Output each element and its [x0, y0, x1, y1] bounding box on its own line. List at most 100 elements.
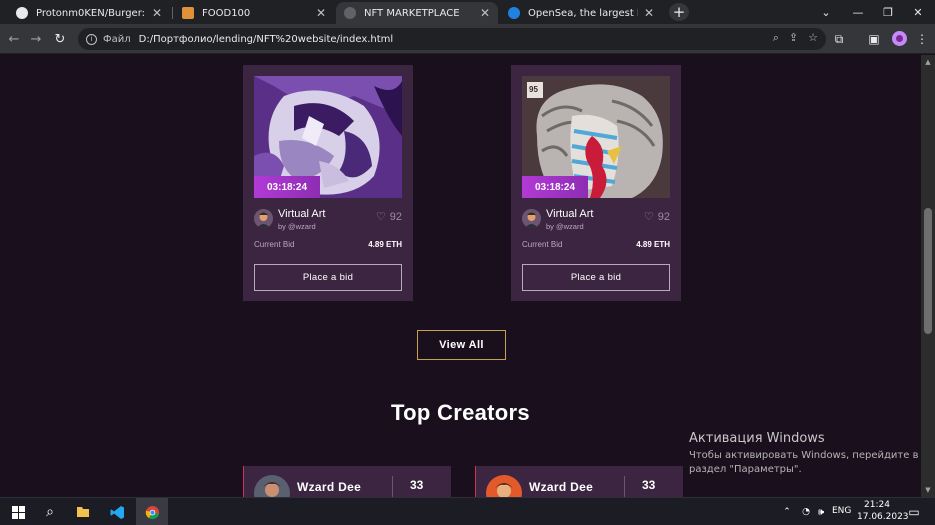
- nft-artwork-image[interactable]: 95 03:18:24: [522, 76, 670, 198]
- creator-avatar[interactable]: [254, 475, 290, 497]
- close-icon[interactable]: ✕: [152, 6, 162, 20]
- tab-title: NFT MARKETPLACE: [364, 7, 460, 19]
- profile-avatar[interactable]: [892, 31, 907, 46]
- nft-title: Virtual Art: [278, 208, 326, 220]
- zoom-icon[interactable]: ⌕: [773, 31, 779, 45]
- close-icon[interactable]: ✕: [480, 6, 490, 20]
- nft-card: 95 03:18:24 Virtual Art by @wzard ♡ 92 C…: [511, 65, 681, 301]
- globe-icon: [344, 7, 356, 19]
- address-bar[interactable]: i Файл D:/Портфолио/lending/NFT%20websit…: [78, 28, 826, 50]
- divider: [392, 476, 393, 497]
- tab-search-button[interactable]: ⌄: [810, 0, 842, 24]
- likes-counter[interactable]: ♡ 92: [644, 210, 670, 224]
- language-indicator[interactable]: ENG: [832, 506, 851, 516]
- nft-card: 03:18:24 Virtual Art by @wzard ♡ 92 Curr…: [243, 65, 413, 301]
- creator-card[interactable]: Wzard Dee 33: [475, 466, 683, 497]
- tab-divider: [172, 7, 173, 19]
- side-panel-icon[interactable]: ▣: [864, 29, 884, 49]
- current-bid-label: Current Bid: [522, 240, 563, 249]
- activation-line-2: раздел "Параметры".: [689, 464, 802, 475]
- windows-logo-icon: [11, 505, 25, 519]
- auction-timer: 03:18:24: [254, 176, 320, 198]
- nft-artwork-image[interactable]: 03:18:24: [254, 76, 402, 198]
- info-icon[interactable]: i: [86, 33, 97, 45]
- section-title: Top Creators: [391, 400, 530, 425]
- creator-name: Wzard Dee: [529, 480, 594, 494]
- github-icon: [16, 7, 28, 19]
- address-url: D:/Портфолио/lending/NFT%20website/index…: [138, 33, 394, 45]
- tab-title: OpenSea, the largest NFT mark: [528, 7, 638, 19]
- view-all-button[interactable]: View All: [417, 330, 506, 360]
- volume-icon[interactable]: 🕪: [814, 498, 828, 525]
- opensea-icon: [508, 7, 520, 19]
- tab-nft-marketplace[interactable]: NFT MARKETPLACE ✕: [336, 2, 498, 24]
- nft-creator-row: Virtual Art by @wzard ♡ 92: [254, 208, 402, 232]
- nft-author[interactable]: by @wzard: [278, 222, 316, 231]
- activation-line-1: Чтобы активировать Windows, перейдите в: [689, 450, 919, 461]
- bid-row: Current Bid 4.89 ETH: [254, 240, 402, 252]
- new-tab-button[interactable]: +: [669, 3, 689, 21]
- heart-icon[interactable]: ♡: [644, 210, 654, 223]
- nft-title: Virtual Art: [546, 208, 594, 220]
- clock-date[interactable]: 17.06.2023: [857, 512, 909, 522]
- creator-avatar[interactable]: [522, 209, 541, 228]
- search-icon[interactable]: ⌕: [36, 498, 64, 525]
- nft-author[interactable]: by @wzard: [546, 222, 584, 231]
- scroll-up-arrow-icon[interactable]: ▲: [921, 55, 935, 69]
- chevron-up-icon[interactable]: ⌃: [779, 498, 795, 525]
- vscode-icon[interactable]: [102, 498, 132, 525]
- likes-counter[interactable]: ♡ 92: [376, 210, 402, 224]
- browser-tab-strip: Protonm0KEN/Burger: LINK TO ✕ FOOD100 ✕ …: [0, 0, 935, 24]
- creator-count: 33: [410, 478, 424, 492]
- file-explorer-icon[interactable]: [68, 498, 98, 525]
- creator-avatar[interactable]: [486, 475, 522, 497]
- current-bid-value: 4.89 ETH: [636, 240, 670, 249]
- creator-avatar[interactable]: [254, 209, 273, 228]
- scrollbar-thumb[interactable]: [924, 208, 932, 334]
- creator-card[interactable]: Wzard Dee 33: [243, 466, 451, 497]
- restore-button[interactable]: ❐: [872, 0, 904, 24]
- tab-title: Protonm0KEN/Burger: LINK TO: [36, 7, 146, 19]
- network-icon[interactable]: ◔: [798, 498, 814, 525]
- page-scrollbar[interactable]: ▲ ▼: [921, 55, 935, 497]
- extensions-icon[interactable]: ⧉: [829, 29, 849, 49]
- current-bid-value: 4.89 ETH: [368, 240, 402, 249]
- forward-button[interactable]: →: [26, 29, 46, 49]
- food-icon: [182, 7, 194, 19]
- share-icon[interactable]: ⇪: [789, 31, 798, 45]
- reload-button[interactable]: ↻: [50, 29, 70, 49]
- chrome-icon[interactable]: [136, 498, 168, 525]
- creator-name: Wzard Dee: [297, 480, 362, 494]
- tab-opensea[interactable]: OpenSea, the largest NFT mark ✕: [500, 2, 662, 24]
- start-button[interactable]: [4, 498, 32, 525]
- menu-icon[interactable]: ⋮: [912, 29, 932, 49]
- windows-taskbar: ⌕ ⌃ ◔ 🕪 ENG 21:24 17.06.2023 ▭: [0, 497, 935, 525]
- bid-row: Current Bid 4.89 ETH: [522, 240, 670, 252]
- nft-creator-row: Virtual Art by @wzard ♡ 92: [522, 208, 670, 232]
- activation-title: Активация Windows: [689, 431, 825, 446]
- back-button[interactable]: ←: [4, 29, 24, 49]
- notifications-icon[interactable]: ▭: [902, 498, 926, 525]
- place-bid-button[interactable]: Place a bid: [522, 264, 670, 291]
- address-actions: ⌕ ⇪ ☆: [773, 31, 818, 45]
- clock-time[interactable]: 21:24: [864, 500, 890, 510]
- close-window-button[interactable]: ✕: [902, 0, 934, 24]
- edition-sticker: 95: [529, 85, 538, 94]
- close-icon[interactable]: ✕: [316, 6, 326, 20]
- creator-count: 33: [642, 478, 656, 492]
- tab-food100[interactable]: FOOD100 ✕: [174, 2, 334, 24]
- bookmark-star-icon[interactable]: ☆: [808, 31, 818, 45]
- place-bid-button[interactable]: Place a bid: [254, 264, 402, 291]
- browser-toolbar: ← → ↻ i Файл D:/Портфолио/lending/NFT%20…: [0, 24, 935, 54]
- close-icon[interactable]: ✕: [644, 6, 654, 20]
- current-bid-label: Current Bid: [254, 240, 295, 249]
- scroll-down-arrow-icon[interactable]: ▼: [921, 483, 935, 497]
- likes-count: 92: [657, 210, 670, 223]
- tab-github[interactable]: Protonm0KEN/Burger: LINK TO ✕: [8, 2, 170, 24]
- minimize-button[interactable]: —: [842, 0, 874, 24]
- divider: [624, 476, 625, 497]
- heart-icon[interactable]: ♡: [376, 210, 386, 223]
- windows-activation-watermark: Активация Windows Чтобы активировать Win…: [689, 431, 918, 477]
- address-scheme: Файл: [103, 33, 131, 45]
- tab-title: FOOD100: [202, 7, 251, 19]
